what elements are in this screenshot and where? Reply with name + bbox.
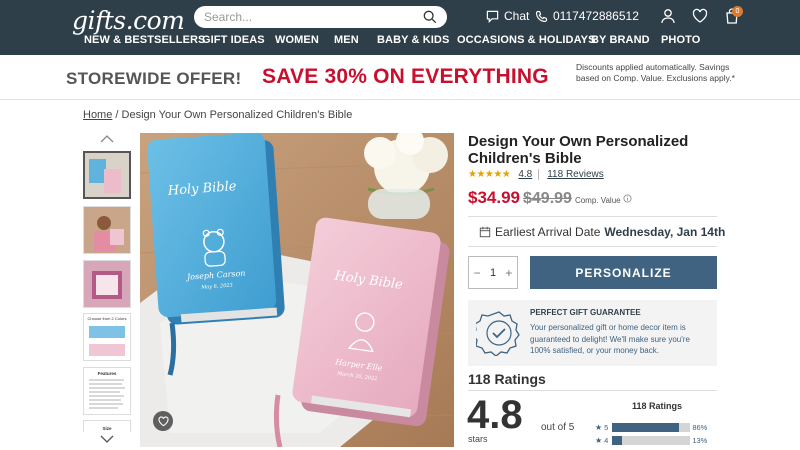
chevron-down-icon[interactable] (100, 434, 114, 444)
rating-bar (612, 436, 691, 445)
chat-label: Chat (504, 9, 530, 23)
breadcrumb-home[interactable]: Home (83, 109, 112, 121)
thumbnail-image (84, 207, 130, 253)
guarantee-badge-icon (476, 311, 520, 356)
rating-divider (538, 169, 540, 180)
rating-bar-fill (612, 423, 680, 432)
thumbnail-image (84, 261, 130, 307)
promo-headline: SAVE 30% ON EVERYTHING (262, 65, 549, 88)
arrival-date: Earliest Arrival Date Wednesday, Jan 14t… (479, 225, 725, 239)
original-price: $49.99 (523, 190, 572, 207)
cart-count-badge: 0 (732, 6, 743, 17)
guarantee-text: Your personalized gift or home decor ite… (530, 323, 690, 355)
rating-percent: 86% (692, 423, 708, 432)
comp-value-label: Comp. Value (574, 196, 621, 205)
thumbnail-5[interactable]: Features (83, 367, 131, 415)
rating-summary: ★★★★★ 4.8 118 Reviews (468, 169, 604, 180)
phone-number: 0117472886512 (553, 9, 639, 23)
rating-bar-fill (612, 436, 623, 445)
chat-icon (486, 10, 499, 23)
thumb-size-title: Size (102, 426, 112, 431)
breadcrumb: Home / Design Your Own Personalized Chil… (83, 109, 352, 121)
promo-banner[interactable]: STOREWIDE OFFER! SAVE 30% ON EVERYTHING … (0, 55, 800, 100)
main-product-image[interactable]: Holy Bible Joseph Carson May 6, 2023 Hol… (140, 133, 454, 447)
calendar-icon (479, 226, 491, 238)
reviews-link[interactable]: 118 Reviews (547, 169, 604, 180)
quantity-stepper[interactable]: − 1 + (468, 256, 518, 289)
chevron-up-icon[interactable] (100, 134, 114, 144)
quantity-decrease-button[interactable]: − (474, 266, 481, 280)
nav-gift-ideas[interactable]: GIFT IDEAS (202, 34, 265, 46)
thumbnail-2[interactable] (83, 206, 131, 254)
divider (468, 216, 717, 217)
nav-baby-kids[interactable]: BABY & KIDS (377, 34, 449, 46)
rating-value-link[interactable]: 4.8 (518, 169, 532, 180)
rating-bar (612, 423, 691, 432)
rating-stars-label: stars (468, 434, 488, 444)
rating-out-of: out of 5 (541, 422, 575, 433)
thumb-features-title: Features (98, 371, 117, 376)
thumbnail-image: Choose from 2 Colors (84, 314, 130, 360)
promo-disclaimer: Discounts applied automatically. Savings… (576, 62, 735, 83)
rating-distribution-title: 118 Ratings (632, 401, 683, 411)
rating-star-count: 4 (604, 436, 609, 445)
thumbnail-image: Features (84, 368, 130, 414)
thumbnail-1[interactable] (83, 151, 131, 199)
nav-new-bestsellers[interactable]: NEW & BESTSELLERS (84, 34, 206, 46)
quantity-increase-button[interactable]: + (505, 266, 512, 280)
thumbnail-3[interactable] (83, 260, 131, 308)
nav-men[interactable]: MEN (334, 34, 359, 46)
info-icon[interactable] (623, 194, 632, 203)
rating-distribution-row-5[interactable]: ★ 5 86% (595, 423, 707, 432)
star-icon: ★ (595, 423, 603, 432)
guarantee-title: PERFECT GIFT GUARANTEE (530, 308, 641, 317)
favorite-button[interactable] (153, 411, 173, 431)
product-photo: Holy Bible Joseph Carson May 6, 2023 Hol… (140, 133, 454, 447)
nav-occasions-holidays[interactable]: OCCASIONS & HOLIDAYS (457, 34, 596, 46)
phone-link[interactable]: 0117472886512 (535, 9, 639, 23)
product-title: Design Your Own Personalized Children's … (468, 133, 689, 167)
site-header: gifts.com Chat 0117472886512 0 NEW & BES… (0, 0, 800, 55)
quantity-value[interactable]: 1 (490, 267, 496, 279)
divider (468, 246, 717, 247)
rating-star-count: 5 (604, 423, 609, 432)
site-logo[interactable]: gifts.com (72, 6, 185, 35)
thumbnail-4[interactable]: Choose from 2 Colors (83, 313, 131, 361)
ratings-heading: 118 Ratings (468, 371, 546, 387)
wishlist-heart-icon[interactable] (692, 8, 708, 24)
divider (468, 390, 717, 391)
average-rating: 4.8 (467, 393, 523, 437)
thumbnail-6[interactable]: Size (83, 420, 131, 432)
nav-by-brand[interactable]: BY BRAND (591, 34, 650, 46)
star-icon: ★ (595, 436, 603, 445)
breadcrumb-separator: / (115, 109, 119, 121)
search-input[interactable] (204, 10, 423, 24)
thumb-color-chart-title: Choose from 2 Colors (88, 316, 127, 321)
arrival-date-value: Wednesday, Jan 14th (604, 225, 726, 239)
phone-icon (536, 10, 548, 22)
rating-distribution-row-4[interactable]: ★ 4 13% (595, 436, 707, 445)
personalize-button[interactable]: PERSONALIZE (530, 256, 717, 289)
thumbnail-image: Size (84, 422, 130, 432)
promo-storewide: STOREWIDE OFFER! (66, 69, 242, 88)
nav-photo[interactable]: PHOTO (661, 34, 700, 46)
heart-icon (157, 415, 169, 426)
search-icon[interactable] (423, 10, 437, 24)
price-row: $34.99 $49.99 Comp. Value (468, 188, 632, 208)
rating-stars: ★★★★★ (468, 169, 511, 180)
main-nav: NEW & BESTSELLERS GIFT IDEAS WOMEN MEN B… (0, 34, 800, 50)
rating-percent: 13% (692, 436, 708, 445)
gift-guarantee-panel: PERFECT GIFT GUARANTEE Your personalized… (468, 300, 717, 366)
nav-women[interactable]: WOMEN (275, 34, 319, 46)
thumbnail-image (85, 153, 129, 197)
sale-price: $34.99 (468, 188, 520, 207)
search-bar[interactable] (194, 6, 447, 28)
account-icon[interactable] (660, 8, 676, 24)
chat-link[interactable]: Chat (486, 9, 529, 23)
breadcrumb-current: Design Your Own Personalized Children's … (121, 109, 353, 121)
arrival-label: Earliest Arrival Date (495, 225, 601, 239)
